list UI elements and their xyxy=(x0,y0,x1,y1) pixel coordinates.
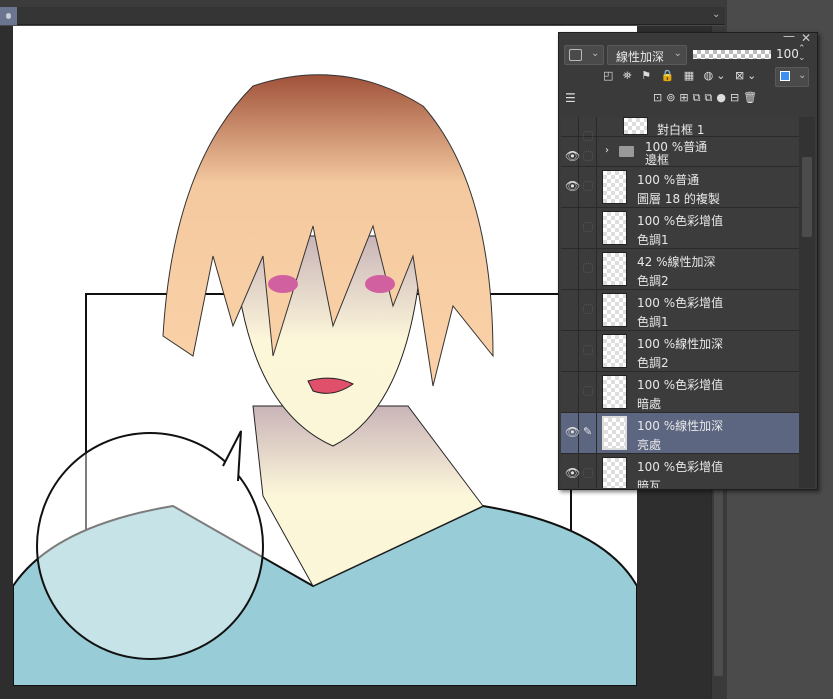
opacity-value[interactable]: 100 xyxy=(776,47,799,61)
layer-name: 色調1 xyxy=(637,233,669,247)
new-layer-folder-icons[interactable]: ⊡⊚⊞⧉⧉●⊟🗑 xyxy=(653,91,761,105)
layer-name: 邊框 xyxy=(645,153,670,167)
layer-list-scrollbar[interactable] xyxy=(799,117,815,488)
chevron-down-icon[interactable]: ⌄ xyxy=(712,9,720,20)
layer-opacity-mode: 42 %線性加深 xyxy=(637,255,716,269)
layer-thumbnail xyxy=(602,416,627,450)
layer-thumbnail xyxy=(602,375,627,409)
layer-name: 色調2 xyxy=(637,356,669,370)
layer-list: 對白框 1 👁 › 100 %普通 邊框 👁 100 %普通 圖層 18 的複製 100 %色彩… xyxy=(561,117,799,488)
layer-name: 暗處 xyxy=(637,397,662,411)
eye-icon[interactable]: 👁 xyxy=(565,179,583,193)
layer-thumbnail xyxy=(602,170,627,204)
lock-toggle[interactable] xyxy=(583,345,593,355)
layer-row[interactable]: 對白框 1 xyxy=(561,117,799,141)
eye-icon[interactable]: 👁 xyxy=(565,149,583,163)
document-tab[interactable] xyxy=(0,7,17,25)
lock-toggle[interactable] xyxy=(583,386,593,396)
blend-mode-value: 線性加深 xyxy=(616,50,665,64)
illustration xyxy=(13,74,637,686)
lock-toggle[interactable] xyxy=(583,468,593,478)
layer-name: 色調1 xyxy=(637,315,669,329)
eye-icon[interactable]: 👁 xyxy=(565,425,583,439)
panel-titlebar[interactable]: — ✕ xyxy=(559,29,817,45)
opacity-slider[interactable] xyxy=(693,50,771,59)
lock-toggle[interactable] xyxy=(583,181,593,191)
layer-name: 色調2 xyxy=(637,274,669,288)
layer-property-toolbar: ◰ ⛯ ⚑ 🔒 ▦ ◍⌄ ⊠⌄ ⌄ xyxy=(559,67,817,89)
lock-toggle[interactable] xyxy=(583,222,593,232)
layer-thumbnail xyxy=(602,334,627,368)
lock-toggle[interactable] xyxy=(583,304,593,314)
document-tab-strip: ⌄ xyxy=(0,7,725,25)
layer-panel: — ✕ ⌄ 線性加深 ⌄ 100 ⌃ ⌄ ◰ ⛯ ⚑ 🔒 ▦ ◍⌄ ⊠⌄ ⌄ ☰ ⊡… xyxy=(558,29,818,490)
lock-toggle[interactable] xyxy=(583,263,593,273)
layer-name: 暗瓦 xyxy=(637,479,662,488)
layer-actions-toolbar: ☰ ⊡⊚⊞⧉⧉●⊟🗑 xyxy=(559,89,817,111)
blend-mode-dropdown[interactable]: 線性加深 ⌄ xyxy=(607,45,687,65)
layer-row[interactable]: 100 %色彩增值 色調1 xyxy=(561,290,799,331)
layer-opacity-mode: 100 %色彩增值 xyxy=(637,460,724,474)
layer-row[interactable]: 👁 100 %普通圖層 18 的複製 xyxy=(561,167,799,208)
color-swatch-dropdown[interactable]: ⌄ xyxy=(775,67,809,87)
layer-row[interactable]: 100 %色彩增值 暗處 xyxy=(561,372,799,413)
pencil-icon: ✎ xyxy=(583,425,593,438)
layer-opacity-mode: 100 %色彩增值 xyxy=(637,378,724,392)
menu-bar xyxy=(0,0,725,7)
layer-opacity-mode: 100 %普通 xyxy=(637,173,700,187)
layer-row[interactable]: 100 %線性加深 色調2 xyxy=(561,331,799,372)
eye-icon[interactable]: 👁 xyxy=(565,466,583,480)
layer-list-icon[interactable]: ☰ xyxy=(565,91,576,105)
layer-opacity-mode: 100 %線性加深 xyxy=(637,419,724,433)
layer-opacity-mode: 100 %色彩增值 xyxy=(637,296,724,310)
folder-icon xyxy=(619,146,634,157)
minimize-button[interactable]: — xyxy=(783,29,795,43)
layer-name: 對白框 1 xyxy=(657,123,705,137)
layer-color-dropdown[interactable]: ⌄ xyxy=(564,45,604,65)
layer-row[interactable]: 👁 › 100 %普通 邊框 xyxy=(561,137,799,167)
close-button[interactable]: ✕ xyxy=(801,31,811,45)
layer-thumbnail xyxy=(602,252,627,286)
layer-opacity-mode: 100 %色彩增值 xyxy=(637,214,724,228)
layer-name: 亮處 xyxy=(637,438,662,452)
layer-row[interactable]: 100 %色彩增值 色調1 xyxy=(561,208,799,249)
layer-row[interactable]: 👁 100 %色彩增值暗瓦 xyxy=(561,454,799,488)
layer-name: 圖層 18 的複製 xyxy=(637,192,720,206)
layer-opacity-mode: 100 %線性加深 xyxy=(637,337,724,351)
layer-thumbnail xyxy=(602,293,627,327)
layer-thumbnail xyxy=(602,457,627,488)
drawing-canvas[interactable] xyxy=(13,26,637,686)
chevron-right-icon[interactable]: › xyxy=(605,145,609,156)
layer-row[interactable]: 👁 ✎ 100 %線性加深 亮處 xyxy=(561,413,799,454)
clipping-ref-lock-icons[interactable]: ◰ ⛯ ⚑ 🔒 ▦ ◍⌄ ⊠⌄ xyxy=(603,69,759,83)
layer-row[interactable]: 42 %線性加深 色調2 xyxy=(561,249,799,290)
lock-toggle[interactable] xyxy=(583,151,593,161)
layer-thumbnail xyxy=(602,211,627,245)
